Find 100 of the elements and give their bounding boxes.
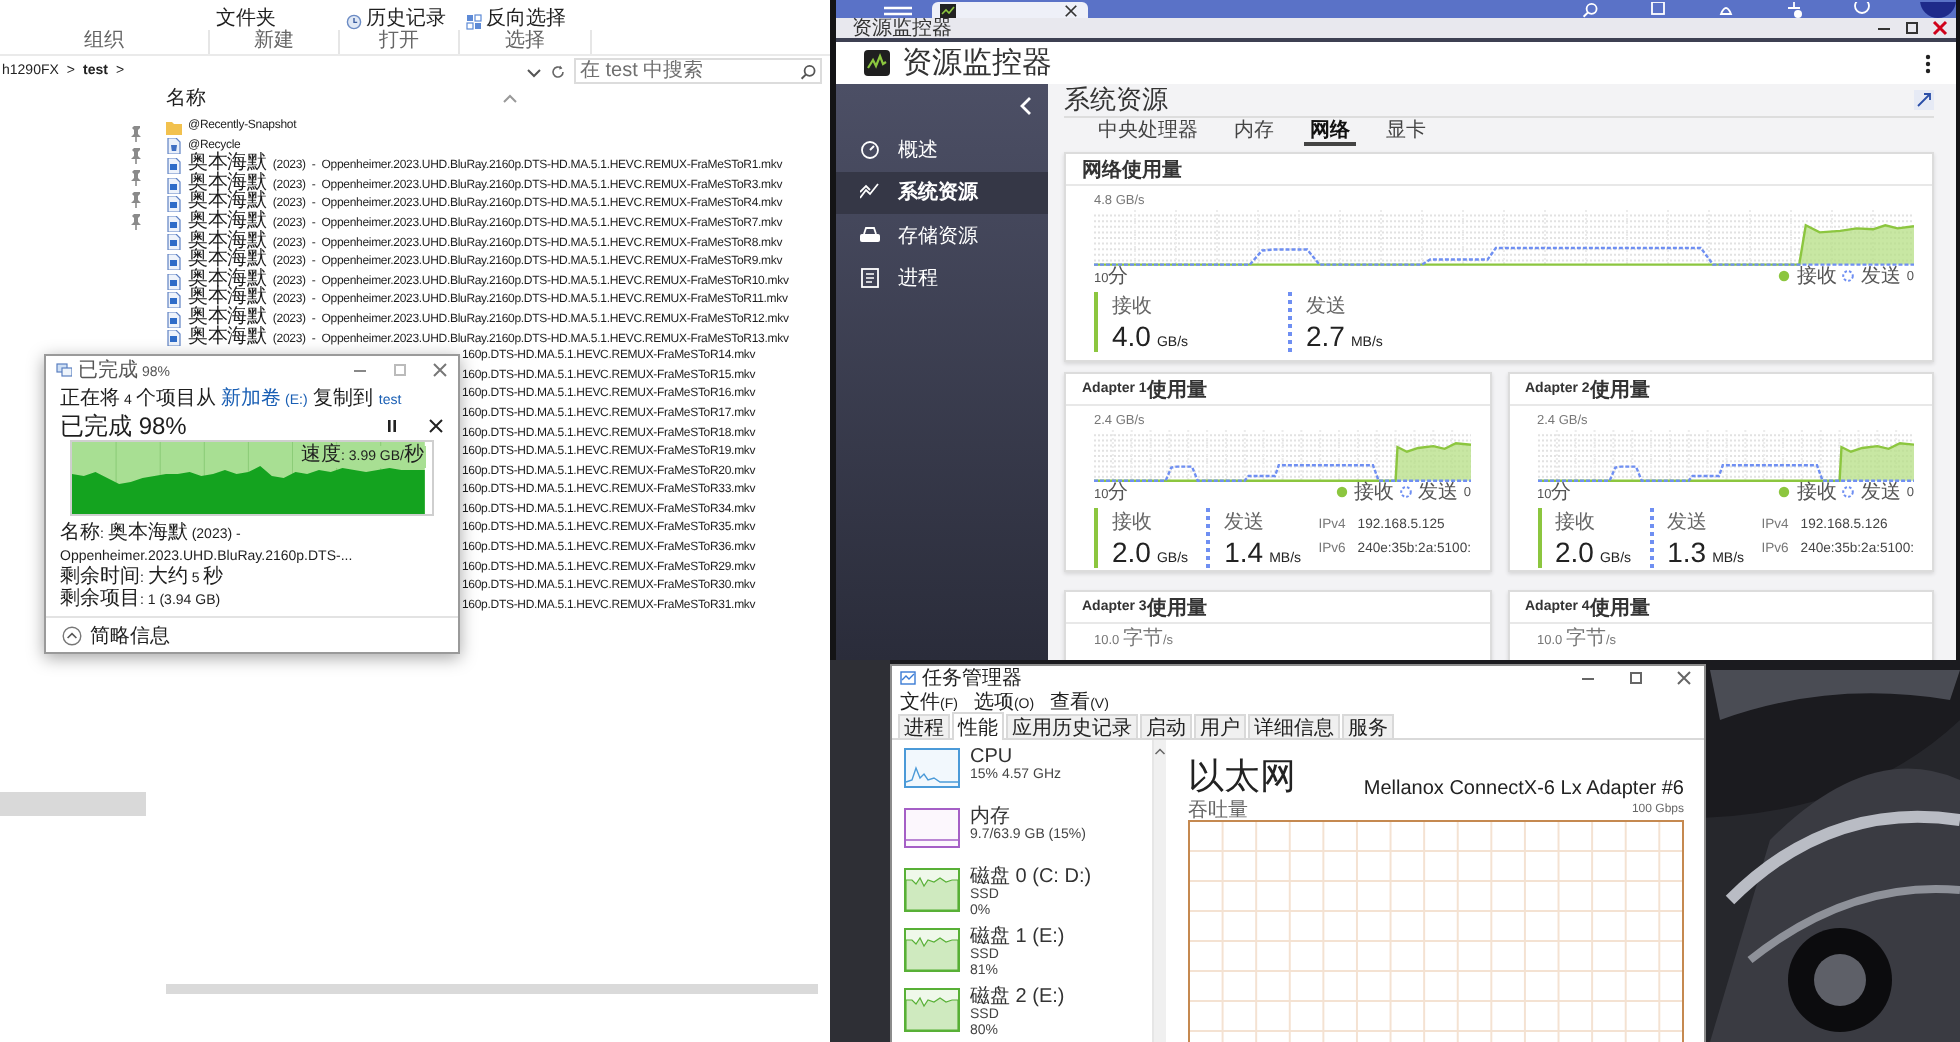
search-field[interactable]: 在 test 中搜索 <box>574 58 822 84</box>
search-icon <box>800 63 816 79</box>
legend-ring <box>1842 486 1855 498</box>
sidebar-item[interactable]: 进程 <box>836 257 1048 300</box>
legend-dot <box>1335 486 1348 498</box>
resource-name: 磁盘 1 (E:) <box>970 928 1065 948</box>
maximize-icon[interactable] <box>1904 20 1920 36</box>
bin-icon <box>166 138 182 155</box>
tab[interactable]: 网络 <box>1304 118 1356 146</box>
tab[interactable]: 服务 <box>1342 714 1394 738</box>
legend-ring <box>1842 270 1855 282</box>
mini-graph <box>904 868 960 912</box>
legend-label: 发送 <box>1860 264 1901 290</box>
pin-icon <box>128 126 144 142</box>
tab[interactable]: 显卡 <box>1380 118 1432 146</box>
more-icon[interactable] <box>1924 53 1932 73</box>
monitor-icon[interactable] <box>1648 2 1668 18</box>
send-marker <box>1649 508 1654 568</box>
gauge-icon <box>860 139 880 160</box>
tab[interactable]: 应用历史记录 <box>1006 714 1138 738</box>
legend-label: 接收 <box>1796 479 1837 506</box>
maximize-icon[interactable] <box>1628 670 1644 686</box>
reading-value: 2.0 <box>1555 536 1594 568</box>
resource-name: 内存 <box>970 808 1010 828</box>
reading-value: 2.0 <box>1112 536 1151 568</box>
reading-value: 2.7 <box>1306 320 1345 352</box>
dropdown-icon[interactable] <box>526 63 542 79</box>
ribbon-group-label: 打开 <box>340 30 460 54</box>
app-icon <box>864 50 890 76</box>
tab[interactable]: 详细信息 <box>1248 714 1340 738</box>
folder-icon <box>166 119 182 136</box>
tab[interactable]: 启动 <box>1140 714 1192 738</box>
close-icon[interactable] <box>1064 3 1078 17</box>
copy-icon <box>56 362 72 378</box>
reading-label: 接收 <box>1555 509 1597 536</box>
resource-name: 磁盘 0 (C: D:) <box>970 868 1092 888</box>
ribbon-group-label: 组织 <box>0 30 210 54</box>
tab[interactable]: 内存 <box>1228 118 1280 146</box>
pin-icon <box>128 170 144 186</box>
column-header[interactable]: 名称 <box>166 84 206 112</box>
mini-graph <box>904 928 960 972</box>
sidebar-item[interactable]: 概述 <box>836 128 1048 171</box>
scroll-up-icon[interactable] <box>1154 746 1166 756</box>
ribbon-button[interactable]: 历史记录 <box>366 10 446 30</box>
graph-label: 吞吐量 <box>1188 802 1248 820</box>
tab[interactable]: 性能 <box>952 712 1004 740</box>
ribbon-group-label: 选择 <box>460 30 592 54</box>
search-icon[interactable] <box>1580 2 1600 18</box>
mini-graph <box>904 988 960 1032</box>
window-title: 任务管理器 <box>922 666 1022 691</box>
receive-marker <box>1537 508 1541 568</box>
send-marker <box>1288 292 1292 352</box>
adapter-name: Mellanox ConnectX-6 Lx Adapter #6 <box>1363 778 1684 800</box>
legend-label: 接收 <box>1353 479 1394 506</box>
window-title: 资源监控器 <box>852 16 952 42</box>
mini-graph <box>904 748 960 788</box>
expand-icon[interactable] <box>1914 90 1934 110</box>
scrollbar[interactable] <box>166 984 818 994</box>
history-icon <box>346 14 362 30</box>
cancel-icon[interactable] <box>428 418 444 434</box>
refresh-icon[interactable] <box>550 63 566 79</box>
tab[interactable]: 用户 <box>1194 714 1246 738</box>
sidebar-item[interactable]: 存储资源 <box>836 214 1048 257</box>
app-icon <box>940 3 956 17</box>
mini-graph <box>904 808 960 848</box>
progress-headline: 已完成 98% <box>60 409 187 443</box>
send-marker <box>1206 508 1211 568</box>
collapse-icon[interactable] <box>62 625 82 645</box>
menu-icon[interactable] <box>884 2 912 18</box>
chart-icon <box>860 182 880 203</box>
sidebar-item[interactable]: 系统资源 <box>836 171 1048 214</box>
reading-value: 4.0 <box>1112 320 1151 352</box>
app-tab[interactable] <box>932 2 1088 18</box>
pin-icon <box>128 148 144 164</box>
legend-label: 接收 <box>1796 263 1837 290</box>
details-toggle[interactable]: 简略信息 <box>90 621 170 649</box>
legend-dot <box>1778 486 1791 498</box>
pin-icon <box>128 192 144 208</box>
sort-icon <box>502 92 518 104</box>
reading-label: 发送 <box>1306 294 1348 320</box>
pause-icon[interactable] <box>384 418 400 434</box>
app-icon <box>900 670 916 686</box>
receive-marker <box>1094 292 1098 352</box>
close-icon[interactable] <box>1676 670 1692 686</box>
bell-icon[interactable] <box>1716 2 1736 18</box>
legend-label: 发送 <box>1417 480 1458 506</box>
resource-name: CPU <box>970 748 1015 768</box>
drive-icon <box>860 225 880 246</box>
scrollbar[interactable] <box>1152 740 1166 1042</box>
ribbon-button[interactable]: 反向选择 <box>486 10 566 30</box>
ribbon-button[interactable]: 文件夹 <box>216 10 276 30</box>
panel-title: 以太网 <box>1188 754 1296 799</box>
card-title: 网络使用量 <box>1066 154 1932 186</box>
tab[interactable]: 进程 <box>898 714 950 738</box>
ribbon-group-label: 新建 <box>210 30 340 54</box>
reading-value: 1.4 <box>1224 536 1264 568</box>
legend-label: 发送 <box>1860 480 1901 506</box>
tab[interactable]: 中央处理器 <box>1092 118 1204 146</box>
info-icon[interactable] <box>1852 2 1872 18</box>
reading-value: 1.3 <box>1667 536 1707 568</box>
